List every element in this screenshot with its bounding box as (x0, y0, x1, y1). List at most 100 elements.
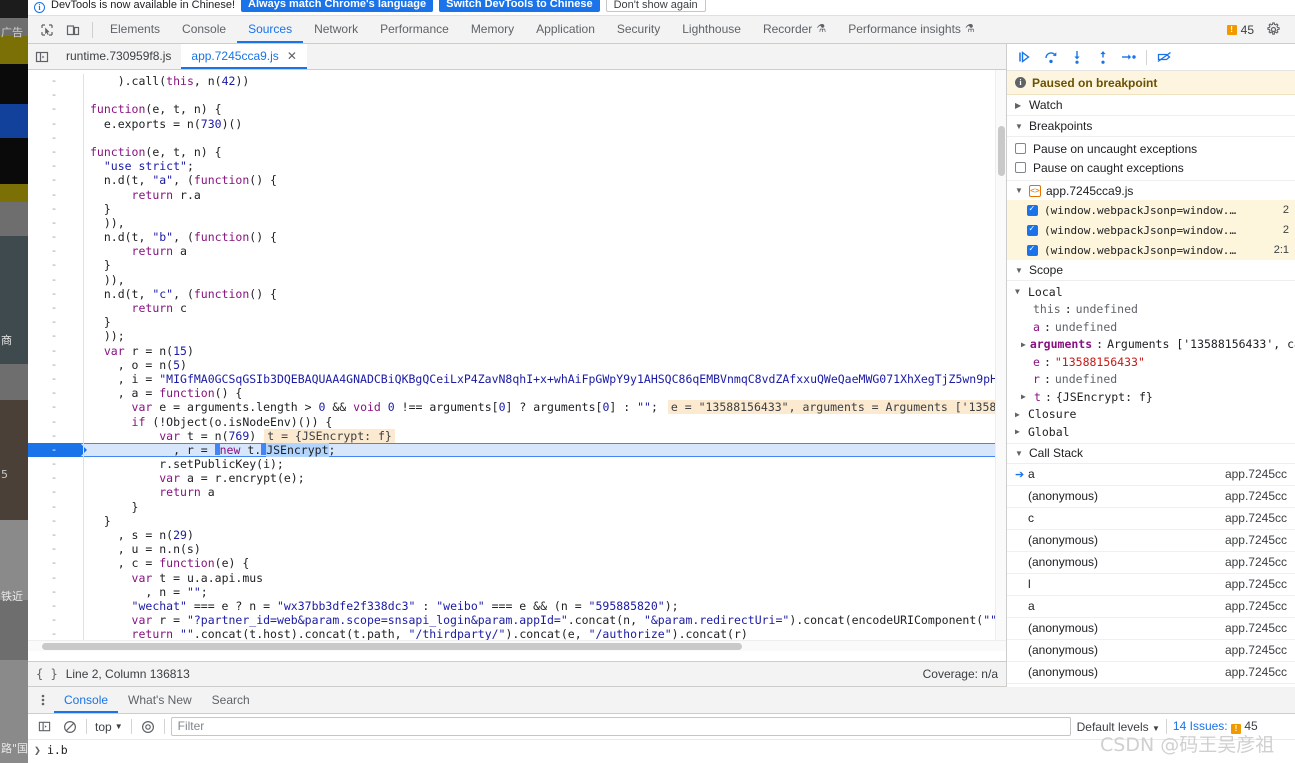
pretty-print-icon[interactable]: { } (36, 667, 58, 681)
section-header-scope[interactable]: ▼ Scope (1007, 260, 1295, 281)
code-line[interactable]: - n.d(t, "a", (function() { (28, 173, 1006, 188)
code-line[interactable]: - e.exports = n(730)() (28, 116, 1006, 131)
console-sidebar-toggle-icon[interactable] (34, 717, 54, 737)
clear-console-icon[interactable] (60, 717, 80, 737)
line-gutter[interactable]: - (28, 74, 80, 88)
code-line[interactable]: - return c (28, 301, 1006, 316)
line-gutter[interactable]: - (28, 258, 80, 272)
call-stack-row[interactable]: ➔ a app.7245cc (1007, 464, 1295, 486)
call-stack-row[interactable]: (anonymous) app.7245cc (1007, 552, 1295, 574)
pause-uncaught-checkbox[interactable] (1015, 143, 1026, 154)
drawer-tab-what-s-new[interactable]: What's New (118, 687, 202, 713)
code-line[interactable]: - , i = "MIGfMA0GCSqGSIb3DQEBAQUAA4GNADC… (28, 371, 1006, 387)
chevron-right-icon[interactable]: ▶ (1021, 340, 1026, 349)
tab-performance[interactable]: Performance (369, 16, 460, 43)
editor-hscroll-thumb[interactable] (42, 643, 742, 650)
line-gutter[interactable]: - (28, 188, 80, 202)
line-gutter[interactable]: - (28, 556, 80, 570)
line-gutter[interactable]: - (28, 471, 80, 485)
code-line[interactable]: - , a = function() { (28, 386, 1006, 401)
scope-group-closure[interactable]: ▶ Closure (1007, 406, 1295, 424)
tab-performance-insights[interactable]: Performance insights ⚗ (837, 16, 986, 43)
call-stack-row[interactable]: (anonymous) app.7245cc (1007, 530, 1295, 552)
call-stack-row[interactable]: l app.7245cc (1007, 574, 1295, 596)
breakpoint-item[interactable]: (window.webpackJsonp=window.webp… 2:1 (1007, 240, 1295, 260)
line-gutter[interactable]: - (28, 301, 80, 315)
code-line[interactable]: - var e = arguments.length > 0 && void 0… (28, 400, 1006, 415)
line-gutter[interactable]: - (28, 528, 80, 542)
code-line[interactable]: - )), (28, 215, 1006, 231)
scope-variable[interactable]: ▶ t: {JSEncrypt: f} (1007, 388, 1295, 406)
call-stack-row[interactable]: (anonymous) app.7245cc (1007, 486, 1295, 508)
section-header-watch[interactable]: ▶ Watch (1007, 95, 1295, 116)
code-line[interactable]: - , o = n(5) (28, 357, 1006, 372)
more-tools-icon[interactable] (32, 688, 54, 712)
tab-application[interactable]: Application (525, 16, 606, 43)
line-gutter[interactable]: - (28, 131, 80, 145)
resume-script-execution-icon[interactable] (1013, 46, 1037, 68)
code-editor[interactable]: - ).call(this, n(42)) - - function(e, t, n)… (28, 70, 1006, 650)
line-gutter[interactable]: - (28, 344, 80, 358)
drawer-tab-search[interactable]: Search (202, 687, 260, 713)
line-gutter[interactable]: - (28, 244, 80, 258)
issues-counter[interactable]: 14 Issues: ! 45 (1173, 719, 1258, 734)
line-gutter[interactable]: - (28, 273, 80, 287)
tab-elements[interactable]: Elements (99, 16, 171, 43)
call-stack-row[interactable]: (anonymous) app.7245cc (1007, 662, 1295, 684)
code-line[interactable]: - )); (28, 329, 1006, 344)
code-line[interactable]: - , u = n.n(s) (28, 542, 1006, 557)
code-line[interactable]: - )), (28, 272, 1006, 287)
pause-caught-checkbox[interactable] (1015, 162, 1026, 173)
scope-variable[interactable]: r: undefined (1007, 371, 1295, 389)
code-line[interactable]: - return r.a (28, 187, 1006, 202)
code-line[interactable]: - } (28, 499, 1006, 514)
deactivate-breakpoints-icon[interactable] (1152, 46, 1176, 68)
code-line-breakpoint[interactable]: - , r = new t. JSEncrypt; (28, 442, 1006, 458)
line-gutter[interactable]: - (28, 315, 80, 329)
call-stack-row[interactable]: c app.7245cc (1007, 508, 1295, 530)
line-gutter[interactable]: - (28, 88, 80, 102)
close-icon[interactable]: ✕ (287, 44, 297, 69)
tab-lighthouse[interactable]: Lighthouse (671, 16, 752, 43)
line-gutter[interactable]: - (28, 159, 80, 173)
scope-group-local[interactable]: ▼ Local (1007, 283, 1295, 301)
line-gutter[interactable]: - (28, 613, 80, 627)
toggle-device-toolbar-icon[interactable] (60, 17, 86, 43)
code-line[interactable]: - if (!Object(o.isNodeEnv)()) { (28, 414, 1006, 429)
console-filter-input[interactable]: Filter (170, 717, 1071, 736)
line-gutter[interactable]: - (28, 415, 80, 429)
scope-variable[interactable]: e: "13588156433" (1007, 353, 1295, 371)
file-tab-runtime-730959f8-js[interactable]: runtime.730959f8.js (56, 44, 181, 69)
breakpoint-checkbox[interactable] (1027, 244, 1038, 256)
line-gutter[interactable]: - (28, 429, 80, 443)
tab-network[interactable]: Network (303, 16, 369, 43)
breakpoint-marker[interactable]: - (28, 442, 87, 458)
line-gutter[interactable]: - (28, 542, 80, 556)
scope-variable[interactable]: a: undefined (1007, 318, 1295, 336)
code-line[interactable]: - "use strict"; (28, 159, 1006, 174)
line-gutter[interactable]: - (28, 358, 80, 372)
line-gutter[interactable]: - (28, 173, 80, 187)
breakpoint-checkbox[interactable] (1027, 204, 1038, 216)
line-gutter[interactable]: - (28, 202, 80, 216)
line-gutter[interactable]: - (28, 372, 80, 386)
line-gutter[interactable]: - (28, 145, 80, 159)
line-gutter[interactable]: - (28, 485, 80, 499)
editor-horizontal-scrollbar[interactable] (28, 640, 1006, 651)
line-gutter[interactable]: - (28, 599, 80, 613)
switch-devtools-to-chinese-button[interactable]: Switch DevTools to Chinese (439, 0, 600, 12)
tab-security[interactable]: Security (606, 16, 671, 43)
code-line[interactable]: - var t = u.a.api.mus (28, 570, 1006, 585)
code-line[interactable]: - var r = n(15) (28, 343, 1006, 358)
file-tab-app-7245cca9-js[interactable]: app.7245cca9.js ✕ (181, 44, 307, 69)
call-stack-row[interactable]: (anonymous) app.7245cc (1007, 618, 1295, 640)
code-line[interactable]: - (28, 130, 1006, 145)
code-line[interactable]: - n.d(t, "c", (function() { (28, 286, 1006, 301)
editor-vscroll-thumb[interactable] (998, 126, 1005, 176)
line-gutter[interactable]: - (28, 102, 80, 116)
code-line[interactable]: - function(e, t, n) { (28, 102, 1006, 117)
code-line[interactable]: - (28, 88, 1006, 103)
dont-show-again-button[interactable]: Don't show again (605, 0, 706, 12)
step-icon[interactable] (1117, 46, 1141, 68)
log-levels-selector[interactable]: Default levels ▼ (1077, 720, 1160, 734)
